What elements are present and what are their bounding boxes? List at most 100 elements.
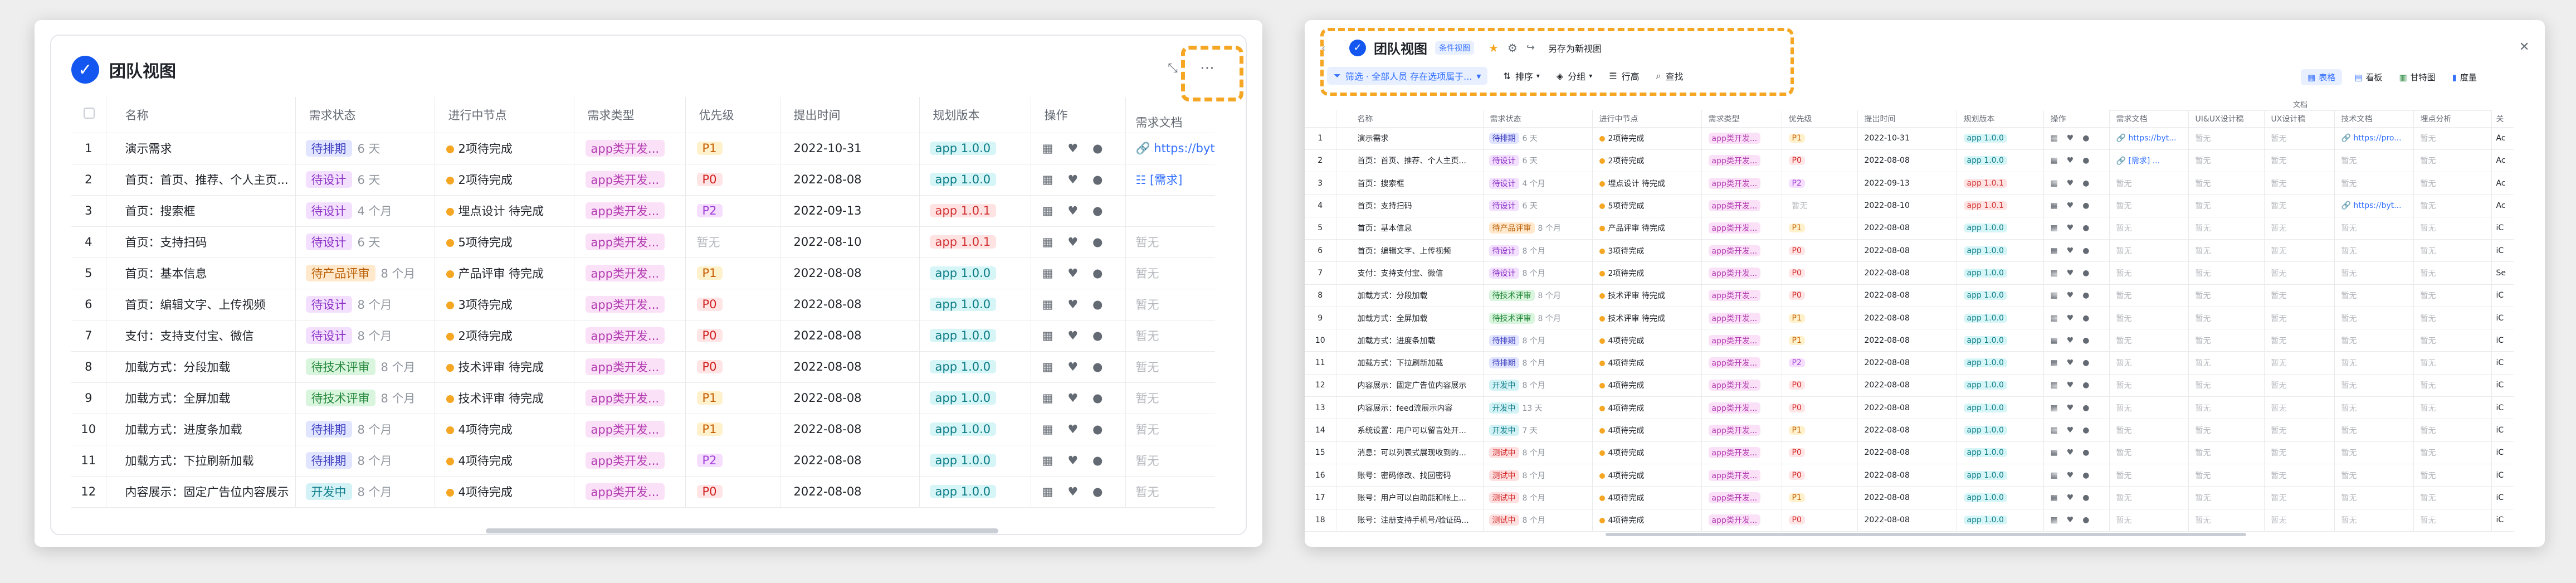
- heart-icon[interactable]: ♥: [1067, 485, 1078, 498]
- doc-cell[interactable]: 暂无: [2109, 486, 2189, 509]
- ux-cell[interactable]: 暂无: [2264, 194, 2335, 217]
- ux-cell[interactable]: 暂无: [2264, 509, 2335, 532]
- version-cell[interactable]: app 1.0.0: [1957, 217, 2044, 240]
- heart-icon[interactable]: ♥: [2067, 179, 2074, 188]
- grid-icon[interactable]: ▦: [2051, 336, 2058, 345]
- comment-icon[interactable]: ●: [2082, 471, 2089, 480]
- grid-icon[interactable]: ▦: [2051, 314, 2058, 323]
- doc-cell[interactable]: [1125, 195, 1215, 227]
- heart-icon[interactable]: ♥: [2067, 314, 2074, 323]
- uiux-cell[interactable]: 暂无: [2188, 127, 2265, 150]
- status-cell[interactable]: 开发中 8 个月: [295, 476, 435, 508]
- comment-icon[interactable]: ●: [2082, 224, 2089, 232]
- uiux-cell[interactable]: 暂无: [2188, 307, 2265, 330]
- comment-icon[interactable]: ●: [1092, 235, 1102, 249]
- col-header-tracking-r[interactable]: 埋点分析: [2413, 110, 2492, 128]
- priority-cell[interactable]: P0: [1782, 509, 1858, 532]
- tech-cell[interactable]: 暂无: [2334, 509, 2414, 532]
- version-cell[interactable]: app 1.0.0: [919, 258, 1031, 289]
- comment-icon[interactable]: ●: [2082, 336, 2089, 345]
- comment-icon[interactable]: ●: [2082, 516, 2089, 524]
- version-cell[interactable]: app 1.0.0: [919, 382, 1031, 414]
- select-all-checkbox[interactable]: [84, 108, 95, 119]
- view-gantt-button[interactable]: ▥ 甘特图: [2399, 69, 2435, 85]
- table-row[interactable]: 4 首页：支持扫码 待设计 6 天 5项待完成 app类开发... 暂无 2022-08-10…: [71, 226, 1215, 258]
- tracking-cell[interactable]: 暂无: [2413, 149, 2492, 173]
- view-metrics-button[interactable]: ▮ 度量: [2452, 69, 2477, 85]
- doc-cell[interactable]: 暂无: [2109, 194, 2189, 217]
- version-cell[interactable]: app 1.0.0: [919, 445, 1031, 477]
- grid-icon[interactable]: ▦: [1042, 485, 1053, 498]
- type-cell[interactable]: app类开发...: [574, 351, 686, 383]
- grid-icon[interactable]: ▦: [1042, 266, 1053, 280]
- name-cell[interactable]: 首页：搜索框: [1336, 172, 1484, 195]
- type-cell[interactable]: app类开发...: [1701, 374, 1782, 397]
- related-cell[interactable]: Ac: [2491, 172, 2514, 195]
- name-cell[interactable]: 加载方式：下拉刷新加载: [1336, 351, 1484, 375]
- table-row[interactable]: 9 加载方式：全屏加载 待技术评审 8 个月 技术评审 待完成 app类开发... P1 20…: [1305, 307, 2514, 330]
- status-cell[interactable]: 待排期 6 天: [1483, 127, 1593, 150]
- type-cell[interactable]: app类开发...: [1701, 217, 1782, 240]
- tech-cell[interactable]: 暂无: [2334, 239, 2414, 263]
- col-header-type[interactable]: 需求类型: [574, 97, 686, 133]
- close-icon[interactable]: ✕: [2519, 40, 2529, 54]
- ux-cell[interactable]: 暂无: [2264, 374, 2335, 397]
- ux-cell[interactable]: 暂无: [2264, 441, 2335, 464]
- node-cell[interactable]: 2项待完成: [1592, 127, 1702, 150]
- name-cell[interactable]: 账号：密码修改、找回密码: [1336, 464, 1484, 487]
- comment-icon[interactable]: ●: [2082, 246, 2089, 255]
- name-cell[interactable]: 系统设置：用户可以留言处开...: [1336, 419, 1484, 442]
- heart-icon[interactable]: ♥: [2067, 291, 2074, 300]
- related-cell[interactable]: iC: [2491, 307, 2514, 330]
- node-cell[interactable]: 4项待完成: [1592, 486, 1702, 509]
- type-cell[interactable]: app类开发...: [1701, 351, 1782, 375]
- select-all-cell[interactable]: [71, 97, 106, 133]
- doc-cell[interactable]: 暂无: [1125, 445, 1215, 477]
- type-cell[interactable]: app类开发...: [1701, 149, 1782, 173]
- priority-cell[interactable]: P0: [685, 476, 780, 508]
- comment-icon[interactable]: ●: [1092, 422, 1102, 436]
- col-header-doc-r[interactable]: 需求文档: [2109, 110, 2189, 128]
- ux-cell[interactable]: 暂无: [2264, 284, 2335, 307]
- comment-icon[interactable]: ●: [2082, 381, 2089, 390]
- related-cell[interactable]: iC: [2491, 217, 2514, 240]
- col-header-date-r[interactable]: 提出时间: [1857, 110, 1957, 128]
- heart-icon[interactable]: ♥: [2067, 358, 2074, 367]
- status-cell[interactable]: 待技术评审 8 个月: [295, 382, 435, 414]
- tech-cell[interactable]: 暂无: [2334, 149, 2414, 173]
- grid-icon[interactable]: ▦: [2051, 224, 2058, 232]
- doc-cell[interactable]: 暂无: [1125, 476, 1215, 508]
- tech-cell[interactable]: 暂无: [2334, 464, 2414, 487]
- uiux-cell[interactable]: 暂无: [2188, 509, 2265, 532]
- name-cell[interactable]: 内容展示：固定广告位内容展示: [106, 476, 296, 508]
- uiux-cell[interactable]: 暂无: [2188, 329, 2265, 352]
- comment-icon[interactable]: ●: [1092, 329, 1102, 342]
- status-cell[interactable]: 开发中 13 天: [1483, 396, 1593, 420]
- view-table-button[interactable]: ▦ 表格: [2301, 69, 2343, 85]
- table-row[interactable]: 3 首页：搜索框 待设计 4 个月 埋点设计 待完成 app类开发... P2 2022-09…: [71, 195, 1215, 227]
- status-cell[interactable]: 待排期 8 个月: [295, 445, 435, 477]
- name-cell[interactable]: 加载方式：进度条加载: [106, 414, 296, 445]
- priority-cell[interactable]: P0: [1782, 149, 1858, 173]
- grid-icon[interactable]: ▦: [2051, 291, 2058, 300]
- expand-button[interactable]: ⤡: [1163, 58, 1183, 78]
- version-cell[interactable]: app 1.0.0: [1957, 486, 2044, 509]
- view-kanban-button[interactable]: ▤ 看板: [2354, 69, 2382, 85]
- version-cell[interactable]: app 1.0.0: [1957, 464, 2044, 487]
- status-cell[interactable]: 待设计 6 天: [295, 226, 435, 258]
- col-header-uiux-r[interactable]: UI&UX设计稿: [2188, 110, 2265, 128]
- comment-icon[interactable]: ●: [1092, 173, 1102, 186]
- status-cell[interactable]: 待排期 8 个月: [295, 414, 435, 445]
- grid-icon[interactable]: ▦: [2051, 201, 2058, 210]
- related-cell[interactable]: iC: [2491, 419, 2514, 442]
- heart-icon[interactable]: ♥: [1067, 391, 1078, 405]
- doc-cell[interactable]: 暂无: [1125, 320, 1215, 352]
- uiux-cell[interactable]: 暂无: [2188, 486, 2265, 509]
- tech-cell[interactable]: 🔗 https://byt...: [2334, 194, 2414, 217]
- related-cell[interactable]: Ac: [2491, 127, 2514, 150]
- node-cell[interactable]: 4项待完成: [1592, 351, 1702, 375]
- related-cell[interactable]: iC: [2491, 284, 2514, 307]
- version-cell[interactable]: app 1.0.1: [1957, 172, 2044, 195]
- node-cell[interactable]: 4项待完成: [435, 445, 574, 477]
- uiux-cell[interactable]: 暂无: [2188, 284, 2265, 307]
